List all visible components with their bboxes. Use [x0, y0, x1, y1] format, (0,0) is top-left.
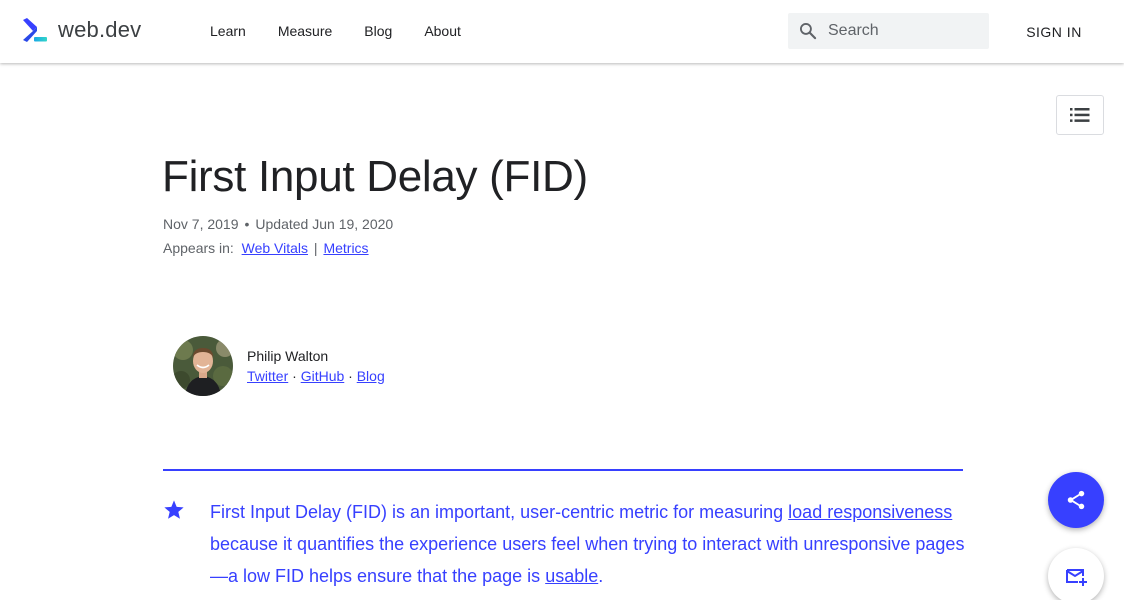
- site-logo[interactable]: web.dev: [22, 17, 141, 43]
- search-input[interactable]: [828, 13, 983, 49]
- nav-blog[interactable]: Blog: [364, 22, 392, 40]
- link-load-responsiveness[interactable]: load responsiveness: [788, 502, 952, 522]
- appears-separator: |: [313, 240, 318, 256]
- search-box[interactable]: [788, 13, 989, 49]
- logo-text: web.dev: [58, 17, 142, 42]
- table-of-contents-icon: [1070, 108, 1090, 122]
- nav-about[interactable]: About: [424, 22, 461, 40]
- link-web-vitals[interactable]: Web Vitals: [242, 240, 308, 256]
- share-button[interactable]: [1048, 472, 1104, 528]
- main-nav: Learn Measure Blog About: [210, 22, 493, 40]
- nav-learn[interactable]: Learn: [210, 22, 246, 40]
- link-metrics[interactable]: Metrics: [323, 240, 368, 256]
- mail-subscribe-icon: [1066, 569, 1087, 586]
- page-title: First Input Delay (FID): [162, 152, 588, 201]
- callout-part-3: .: [598, 566, 604, 586]
- author-photo: [173, 336, 233, 396]
- star-icon: [164, 500, 184, 519]
- appears-in-label: Appears in:: [163, 240, 234, 256]
- author-blog-link[interactable]: Blog: [357, 368, 385, 384]
- callout-part-1: First Input Delay (FID) is an important,…: [210, 502, 789, 522]
- sign-in-button[interactable]: SIGN IN: [1016, 22, 1092, 42]
- author-link-separator: ·: [292, 368, 297, 384]
- author-name: Philip Walton: [247, 348, 329, 364]
- search-icon: [800, 23, 817, 40]
- author-twitter-link[interactable]: Twitter: [247, 368, 288, 384]
- site-header: web.dev Learn Measure Blog About SIGN IN: [0, 0, 1124, 63]
- publish-date: Nov 7, 2019: [163, 216, 239, 232]
- web-dev-logo-icon: [23, 18, 47, 42]
- author-github-link[interactable]: GitHub: [301, 368, 345, 384]
- share-icon: [1067, 490, 1085, 510]
- author-link-separator: ·: [348, 368, 353, 384]
- author-avatar: [173, 336, 233, 396]
- updated-date: Updated Jun 19, 2020: [255, 216, 394, 232]
- subscribe-button[interactable]: [1048, 548, 1104, 600]
- table-of-contents-button[interactable]: [1056, 95, 1104, 135]
- callout-divider: [163, 469, 963, 471]
- author-links: Twitter · GitHub · Blog: [247, 368, 385, 384]
- meta-dot: •: [244, 216, 250, 232]
- appears-in: Appears in: Web Vitals | Metrics: [163, 240, 369, 256]
- callout-text: First Input Delay (FID) is an important,…: [210, 496, 970, 592]
- link-usable[interactable]: usable: [545, 566, 598, 586]
- article-dates: Nov 7, 2019 • Updated Jun 19, 2020: [163, 216, 393, 232]
- nav-measure[interactable]: Measure: [278, 22, 332, 40]
